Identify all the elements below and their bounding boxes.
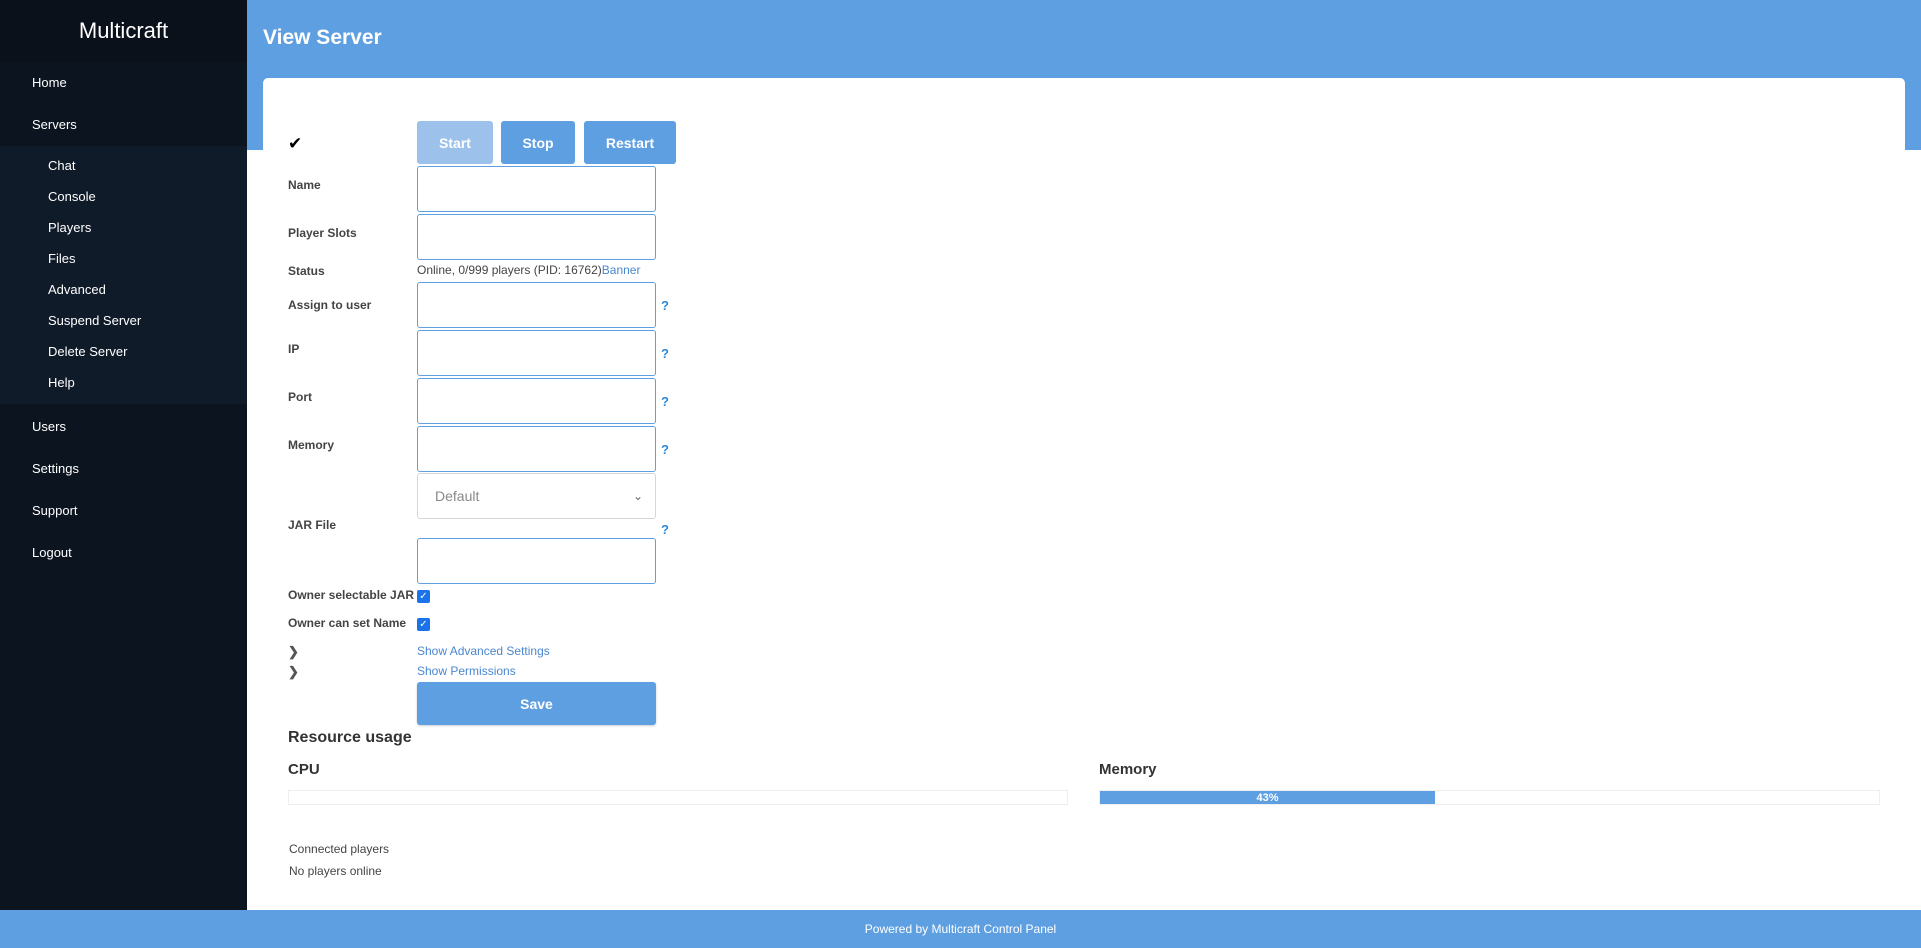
checkmark-icon: ✔: [288, 134, 303, 153]
ip-label: IP: [288, 342, 300, 356]
assign-user-label: Assign to user: [288, 298, 372, 312]
help-icon-jar[interactable]: ?: [661, 522, 669, 537]
chevron-down-icon: ⌄: [632, 489, 643, 503]
stop-button[interactable]: Stop: [501, 121, 575, 164]
sidebar-item-support[interactable]: Support: [0, 490, 247, 532]
submenu-item-players[interactable]: Players: [0, 212, 247, 243]
name-input[interactable]: [417, 166, 656, 212]
memory-input[interactable]: [417, 426, 656, 472]
status-label: Status: [288, 264, 325, 278]
banner-link[interactable]: Banner: [602, 263, 641, 277]
restart-button[interactable]: Restart: [584, 121, 676, 164]
jar-file-label: JAR File: [288, 518, 337, 532]
owner-jar-checkbox[interactable]: ✓: [417, 590, 430, 603]
players-status: No players online: [289, 864, 382, 878]
memory-label: Memory: [288, 438, 335, 452]
submenu-item-help[interactable]: Help: [0, 367, 247, 398]
ip-input[interactable]: [417, 330, 656, 376]
jar-file-input[interactable]: [417, 538, 656, 584]
page-title: View Server: [263, 26, 382, 49]
chevron-right-icon[interactable]: ❯: [288, 644, 299, 660]
sidebar-item-home[interactable]: Home: [0, 62, 247, 104]
submenu-item-files[interactable]: Files: [0, 243, 247, 274]
port-label: Port: [288, 390, 312, 404]
name-label: Name: [288, 178, 321, 192]
port-input[interactable]: [417, 378, 656, 424]
memory-bar-fill: 43%: [1100, 791, 1435, 804]
sidebar-item-servers[interactable]: Servers: [0, 104, 247, 146]
save-button[interactable]: Save: [417, 682, 656, 725]
help-icon-assign[interactable]: ?: [661, 298, 669, 313]
footer-text: Powered by Multicraft Control Panel: [864, 922, 1057, 936]
help-icon-memory[interactable]: ?: [661, 442, 669, 457]
status-value: Online, 0/999 players (PID: 16762)Banner: [417, 263, 640, 277]
submenu-item-delete-server[interactable]: Delete Server: [0, 336, 247, 367]
help-icon-ip[interactable]: ?: [661, 346, 669, 361]
owner-name-checkbox[interactable]: ✓: [417, 618, 430, 631]
submenu-item-chat[interactable]: Chat: [0, 150, 247, 181]
chevron-right-icon[interactable]: ❯: [288, 664, 299, 680]
sidebar-item-logout[interactable]: Logout: [0, 532, 247, 574]
sidebar-item-settings[interactable]: Settings: [0, 448, 247, 490]
player-slots-input[interactable]: [417, 214, 656, 260]
assign-user-input[interactable]: [417, 282, 656, 328]
show-permissions-link[interactable]: Show Permissions: [417, 664, 516, 678]
owner-name-label: Owner can set Name: [288, 616, 407, 630]
memory-usage-label: Memory: [1099, 761, 1157, 778]
brand-logo[interactable]: Multicraft: [0, 0, 247, 62]
jar-select[interactable]: Default ⌄: [417, 473, 656, 519]
memory-bar: 43%: [1099, 790, 1880, 805]
help-icon-port[interactable]: ?: [661, 394, 669, 409]
sidebar-item-users[interactable]: Users: [0, 406, 247, 448]
cpu-label: CPU: [288, 761, 320, 778]
submenu-item-console[interactable]: Console: [0, 181, 247, 212]
cpu-bar: [288, 790, 1068, 805]
submenu-item-suspend-server[interactable]: Suspend Server: [0, 305, 247, 336]
show-advanced-settings-link[interactable]: Show Advanced Settings: [417, 644, 550, 658]
start-button[interactable]: Start: [417, 121, 493, 164]
status-text: Online, 0/999 players (PID: 16762): [417, 263, 602, 277]
sidebar: Multicraft Home Servers Chat Console Pla…: [0, 0, 247, 910]
servers-submenu: Chat Console Players Files Advanced Susp…: [0, 146, 247, 404]
submenu-item-advanced[interactable]: Advanced: [0, 274, 247, 305]
resource-usage-title: Resource usage: [288, 729, 412, 746]
footer: Powered by Multicraft Control Panel: [0, 910, 1921, 948]
jar-select-value: Default: [435, 488, 480, 504]
player-slots-label: Player Slots: [288, 226, 357, 240]
connected-players-label: Connected players: [289, 842, 390, 856]
owner-jar-label: Owner selectable JAR: [288, 588, 415, 602]
